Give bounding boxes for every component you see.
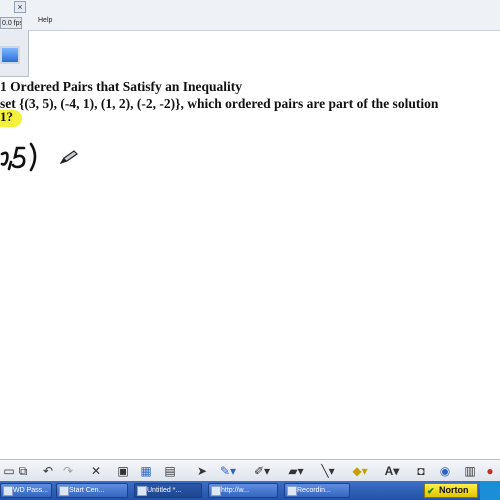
browser-icon xyxy=(211,486,221,496)
delete-icon[interactable]: ✕ xyxy=(88,463,104,479)
text-icon[interactable]: A▾ xyxy=(382,463,402,479)
fps-readout: 0.0 fps xyxy=(0,17,22,29)
pen-cursor-icon xyxy=(60,150,78,164)
problem-statement: set {(3, 5), (-4, 1), (1, 2), (-2, -2)},… xyxy=(0,96,439,111)
undo-icon[interactable]: ↶ xyxy=(40,463,56,479)
image-icon[interactable]: ▤ xyxy=(162,463,178,479)
close-button[interactable]: × xyxy=(14,1,26,13)
system-tray[interactable] xyxy=(480,481,500,500)
pen-icon[interactable]: ✎▾ xyxy=(216,463,240,479)
handwritten-ordered-pair xyxy=(0,142,37,172)
highlighter-icon[interactable]: ✐▾ xyxy=(250,463,274,479)
highlighted-text: 1? xyxy=(0,109,13,124)
monitor-icon[interactable] xyxy=(0,46,20,64)
select-arrow-icon[interactable]: ➤ xyxy=(195,463,209,479)
menu-bar: 0.0 fps × Help xyxy=(0,0,500,31)
recorder-panel xyxy=(0,30,29,77)
drawing-toolbar: ▭ ⧉ ↶ ↷ ✕ ▣ ▦ ▤ ➤ ✎▾ ✐▾ ▰▾ ╲▾ ◆▾ A▾ ◘ ◉ … xyxy=(0,459,500,482)
recorder-icon xyxy=(287,486,297,496)
app-icon xyxy=(137,486,147,496)
taskbar-item-start-center[interactable]: Start Cen... xyxy=(56,483,128,498)
new-page-icon[interactable]: ▭ xyxy=(2,463,16,479)
line-icon[interactable]: ╲▾ xyxy=(316,463,340,479)
screen-capture-icon[interactable]: ▦ xyxy=(138,463,154,479)
more-icon[interactable]: ● xyxy=(482,463,498,479)
table-icon[interactable]: ▥ xyxy=(462,463,478,479)
fill-icon[interactable]: ◆▾ xyxy=(348,463,372,479)
screen-icon[interactable]: ▣ xyxy=(115,463,131,479)
copy-icon[interactable]: ⧉ xyxy=(16,463,30,479)
taskbar-item-recording[interactable]: Recordin... xyxy=(284,483,350,498)
taskbar-item-browser[interactable]: http://w... xyxy=(208,483,278,498)
eraser-icon[interactable]: ▰▾ xyxy=(284,463,308,479)
taskbar-item-untitled[interactable]: Untitled *... xyxy=(134,483,202,498)
app-icon xyxy=(3,486,13,496)
shape-icon[interactable]: ◘ xyxy=(414,463,428,479)
lesson-title: 1 Ordered Pairs that Satisfy an Inequali… xyxy=(0,79,243,94)
menu-item-help[interactable]: Help xyxy=(38,17,52,24)
app-icon xyxy=(59,486,69,496)
checkmark-icon: ✔ xyxy=(427,486,435,496)
taskbar-item-wd-pass[interactable]: WD Pass... xyxy=(0,483,52,498)
redo-icon[interactable]: ↷ xyxy=(60,463,76,479)
norton-tray-button[interactable]: ✔ Norton xyxy=(424,483,478,498)
camera-icon[interactable]: ◉ xyxy=(436,463,454,479)
